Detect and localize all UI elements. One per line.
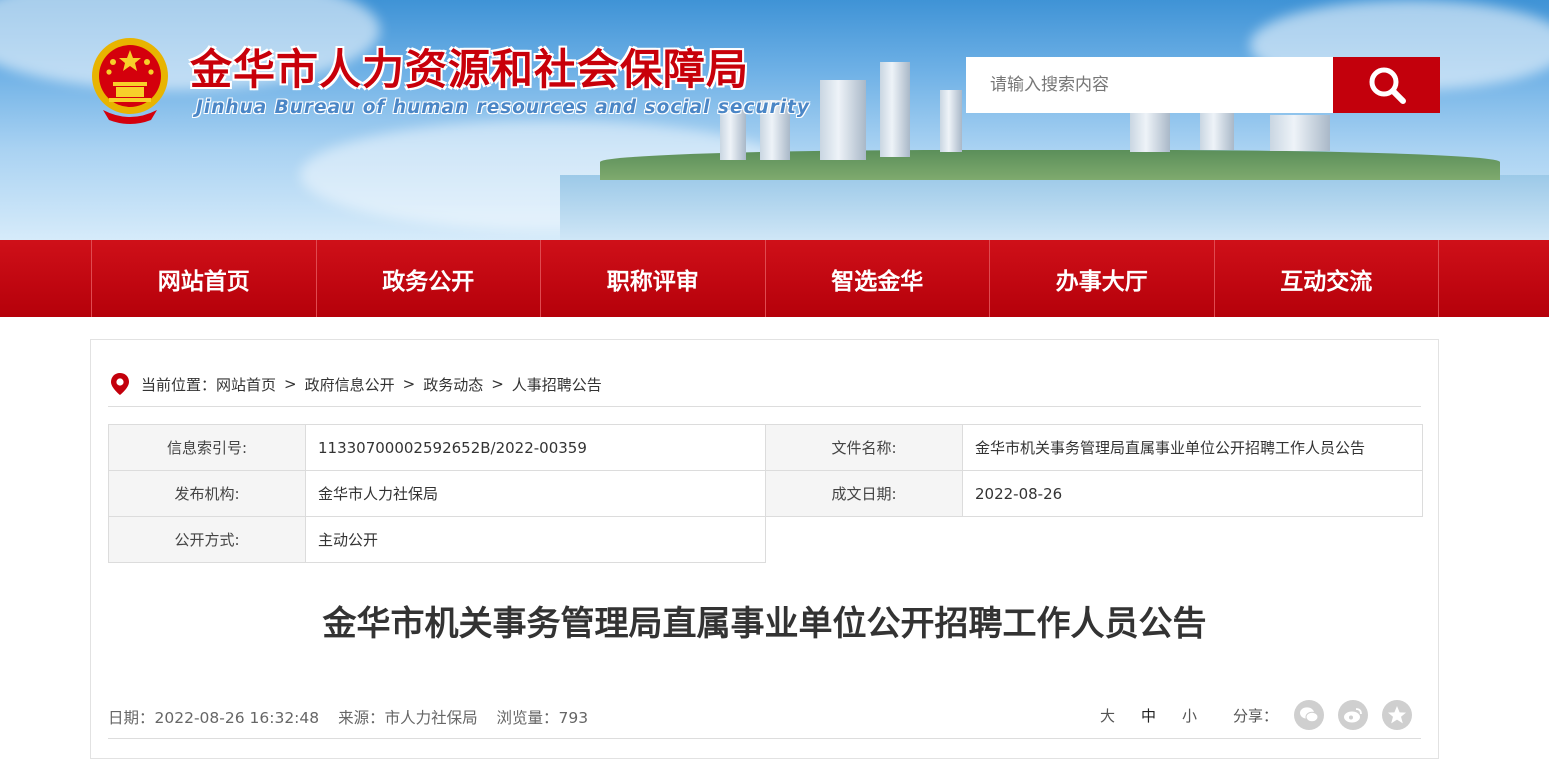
banner-building <box>1270 115 1330 151</box>
nav-item-service-hall[interactable]: 办事大厅 <box>989 240 1214 317</box>
divider <box>108 406 1421 407</box>
breadcrumb-gov-news[interactable]: 政务动态 <box>423 374 483 395</box>
index-value: 11330700002592652B/2022-00359 <box>305 424 766 471</box>
banner-building <box>940 90 962 152</box>
national-emblem-icon <box>92 38 168 124</box>
index-label: 信息索引号: <box>108 424 306 471</box>
article-views: 浏览量：793 <box>496 709 589 727</box>
article-date: 日期：2022-08-26 16:32:48 <box>108 709 320 727</box>
weibo-icon[interactable] <box>1338 700 1369 730</box>
mode-label: 公开方式: <box>108 516 306 563</box>
publisher-value: 金华市人力社保局 <box>305 470 766 517</box>
nav-item-gov-affairs[interactable]: 政务公开 <box>315 240 541 317</box>
date-label: 成文日期: <box>765 470 963 517</box>
breadcrumb-separator: > <box>284 375 297 393</box>
main-nav: 网站首页 政务公开 职称评审 智选金华 办事大厅 互动交流 <box>0 240 1549 317</box>
banner-building <box>820 80 866 160</box>
table-row: 发布机构: 金华市人力社保局 成文日期: 2022-08-26 <box>108 470 1423 517</box>
table-row: 公开方式: 主动公开 <box>108 516 1423 563</box>
search-input[interactable] <box>966 57 1333 113</box>
header-banner: 金华市人力资源和社会保障局 Jinhua Bureau of human res… <box>0 0 1549 240</box>
font-size-large-button[interactable]: 大 <box>1100 705 1115 726</box>
filename-value: 金华市机关事务管理局直属事业单位公开招聘工作人员公告 <box>962 424 1423 471</box>
banner-river <box>560 175 1549 240</box>
breadcrumb-gov-info[interactable]: 政府信息公开 <box>305 374 395 395</box>
font-size-medium-button[interactable]: 中 <box>1141 705 1156 726</box>
site-title: 金华市人力资源和社会保障局 <box>190 45 750 94</box>
breadcrumb-label: 当前位置： <box>141 375 217 394</box>
site-subtitle: Jinhua Bureau of human resources and soc… <box>196 97 810 118</box>
article-source: 来源：市人力社保局 <box>338 709 478 727</box>
table-row: 信息索引号: 11330700002592652B/2022-00359 文件名… <box>108 424 1423 471</box>
font-size-small-button[interactable]: 小 <box>1182 705 1197 726</box>
nav-item-title-review[interactable]: 职称评审 <box>540 240 765 317</box>
filename-label: 文件名称: <box>765 424 963 471</box>
breadcrumb-recruitment[interactable]: 人事招聘公告 <box>512 374 602 395</box>
search-icon <box>1369 67 1406 104</box>
wechat-icon[interactable] <box>1294 700 1325 730</box>
date-value: 2022-08-26 <box>962 470 1423 517</box>
share-label: 分享： <box>1233 706 1279 725</box>
article-tools: 大 中 小 分享： <box>1100 700 1426 730</box>
breadcrumb: 当前位置： 网站首页 > 政府信息公开 > 政务动态 > 人事招聘公告 <box>110 372 602 396</box>
breadcrumb-home[interactable]: 网站首页 <box>216 374 276 395</box>
nav-item-jinhua[interactable]: 智选金华 <box>764 240 990 317</box>
banner-building <box>880 62 910 157</box>
table-empty-cell <box>765 516 1423 563</box>
nav-item-home[interactable]: 网站首页 <box>91 240 316 317</box>
divider <box>108 738 1421 739</box>
search-button[interactable] <box>1333 57 1440 113</box>
breadcrumb-separator: > <box>491 375 504 393</box>
qzone-icon[interactable] <box>1382 700 1413 730</box>
nav-item-interaction[interactable]: 互动交流 <box>1213 240 1439 317</box>
publisher-label: 发布机构: <box>108 470 306 517</box>
article-info: 日期：2022-08-26 16:32:48 来源：市人力社保局 浏览量：793 <box>108 706 602 728</box>
info-table: 信息索引号: 11330700002592652B/2022-00359 文件名… <box>108 424 1423 563</box>
article-title: 金华市机关事务管理局直属事业单位公开招聘工作人员公告 <box>322 604 1207 644</box>
breadcrumb-separator: > <box>402 375 416 393</box>
mode-value: 主动公开 <box>305 516 766 563</box>
location-pin-icon <box>111 373 129 395</box>
